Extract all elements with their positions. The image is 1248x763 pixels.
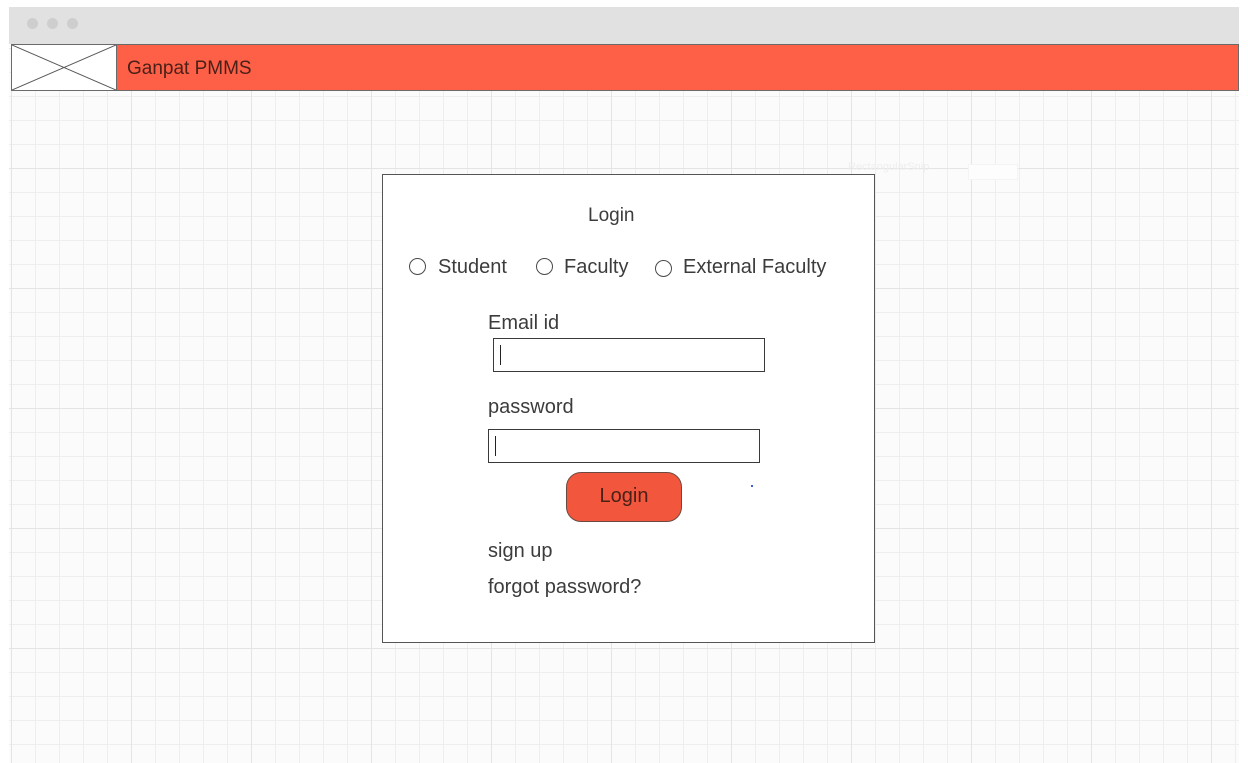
radio-label-faculty[interactable]: Faculty — [564, 256, 628, 279]
radio-external-faculty[interactable] — [655, 260, 672, 277]
radio-label-student[interactable]: Student — [438, 256, 507, 279]
app-title: Ganpat PMMS — [127, 58, 252, 79]
app-header: Ganpat PMMS — [11, 44, 1239, 91]
password-text-cursor — [495, 436, 496, 456]
minimize-window-dot[interactable] — [47, 18, 58, 29]
stray-dot — [751, 485, 753, 487]
email-input[interactable] — [493, 338, 765, 372]
password-label: password — [488, 396, 574, 418]
email-label: Email id — [488, 312, 560, 334]
login-button[interactable]: Login — [566, 472, 682, 522]
forgot-password-link[interactable]: forgot password? — [488, 576, 641, 599]
radio-label-external-faculty[interactable]: External Faculty — [683, 256, 826, 279]
image-placeholder-icon — [11, 44, 117, 91]
login-card — [382, 174, 875, 643]
password-input[interactable] — [488, 429, 760, 463]
signup-link[interactable]: sign up — [488, 540, 553, 563]
radio-student[interactable] — [409, 258, 426, 275]
ghost-snip-box — [968, 164, 1018, 180]
login-title: Login — [588, 205, 635, 226]
window-titlebar — [9, 7, 1239, 44]
maximize-window-dot[interactable] — [67, 18, 78, 29]
email-text-cursor — [500, 345, 501, 365]
ghost-snip-label: RectangularSnip — [848, 161, 930, 173]
radio-faculty[interactable] — [536, 258, 553, 275]
close-window-dot[interactable] — [27, 18, 38, 29]
logo-placeholder-icon — [11, 44, 117, 91]
